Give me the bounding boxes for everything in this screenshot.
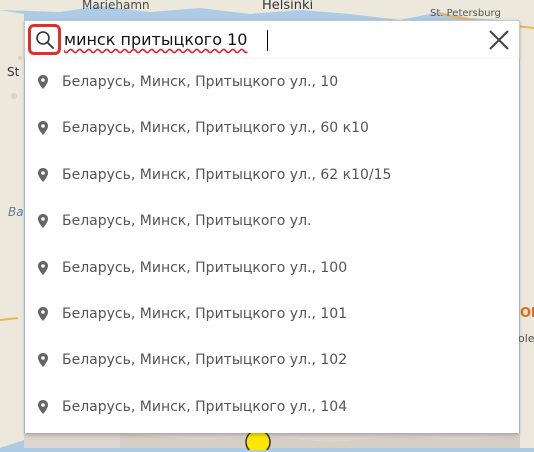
map-pin-icon xyxy=(38,168,48,182)
suggestion-item[interactable]: Беларусь, Минск, Притыцкого ул., 10 xyxy=(25,59,519,105)
suggestion-item[interactable]: Беларусь, Минск, Притыцкого ул. xyxy=(25,198,519,244)
map-label-helsinki: Helsinki xyxy=(262,0,314,13)
suggestion-item[interactable]: Беларусь, Минск, Притыцкого ул., 62 к10/… xyxy=(25,152,519,198)
map-pin-icon xyxy=(38,121,48,135)
suggestion-item[interactable]: Беларусь, Минск, Притыцкого ул., 100 xyxy=(25,245,519,291)
suggestion-label: Беларусь, Минск, Притыцкого ул., 104 xyxy=(62,399,348,415)
map-label-oh: ОН xyxy=(520,306,534,321)
suggestion-label: Беларусь, Минск, Притыцкого ул., 102 xyxy=(62,352,348,368)
map-label-ole: ole xyxy=(518,332,534,345)
search-icon xyxy=(35,30,54,49)
text-cursor xyxy=(267,30,268,51)
suggestion-item[interactable]: Беларусь, Минск, Притыцкого ул., 104 xyxy=(25,384,519,430)
search-input[interactable]: минск притыцкого 10 xyxy=(64,30,247,49)
suggestion-item[interactable]: Беларусь, Минск, Притыцкого ул., 101 xyxy=(25,291,519,337)
map-label-mariehamn: Mariehamn xyxy=(82,0,150,12)
map-pin-icon xyxy=(38,75,48,89)
suggestion-item[interactable]: Беларусь, Минск, Притыцкого ул., 60 к10 xyxy=(25,105,519,151)
map-pin-icon xyxy=(38,400,48,414)
map-label-st: St xyxy=(7,65,20,79)
map-label-st-petersburg: St. Petersburg xyxy=(430,8,501,19)
search-bar: минск притыцкого 10 xyxy=(24,20,520,60)
suggestion-label: Беларусь, Минск, Притыцкого ул., 60 к10 xyxy=(62,120,369,136)
map-pin-icon xyxy=(38,214,48,228)
search-button[interactable] xyxy=(28,24,61,55)
suggestions-dropdown: Беларусь, Минск, Притыцкого ул., 10 Бела… xyxy=(25,59,519,433)
close-icon xyxy=(489,30,509,50)
suggestion-item[interactable]: Беларусь, Минск, Притыцкого ул., 102 xyxy=(25,337,519,383)
clear-search-button[interactable] xyxy=(487,28,511,52)
map-label-ba: Ba xyxy=(8,205,24,219)
map-pin-icon xyxy=(38,261,48,275)
suggestion-label: Беларусь, Минск, Притыцкого ул., 62 к10/… xyxy=(62,167,392,183)
map-pin-icon xyxy=(38,307,48,321)
suggestion-label: Беларусь, Минск, Притыцкого ул., 101 xyxy=(62,306,348,322)
suggestion-label: Беларусь, Минск, Притыцкого ул., 100 xyxy=(62,260,348,276)
suggestion-label: Беларусь, Минск, Притыцкого ул. xyxy=(62,213,312,229)
suggestion-label: Беларусь, Минск, Притыцкого ул., 10 xyxy=(62,74,339,90)
map-pin-icon xyxy=(38,353,48,367)
